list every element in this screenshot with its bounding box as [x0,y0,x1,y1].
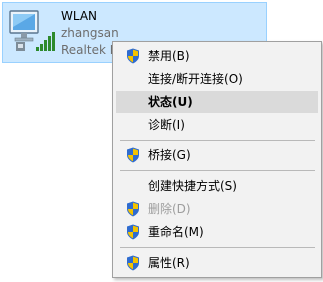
wireless-network-adapter-icon [9,10,55,51]
menu-item-label: 诊断(I) [148,118,185,132]
menu-item-label: 创建快捷方式(S) [148,179,237,193]
uac-shield-icon [127,255,139,271]
menu-separator [120,170,315,171]
menu-item-connect-disconnect[interactable]: 连接/断开连接(O) [116,68,318,90]
adapter-user: zhangsan [61,26,119,40]
menu-item-label: 删除(D) [148,202,191,216]
menu-item-disable[interactable]: 禁用(B) [116,45,318,67]
menu-separator [120,140,315,141]
uac-shield-icon [127,147,139,163]
adapter-device: Realtek R [61,43,119,57]
menu-item-label: 属性(R) [148,256,190,270]
uac-shield-icon [127,224,139,240]
context-menu: 禁用(B) 连接/断开连接(O) 状态(U) 诊断(I) 桥接(G) 创建快捷方… [112,41,322,278]
menu-item-status[interactable]: 状态(U) [116,91,318,113]
menu-separator [120,247,315,248]
menu-item-label: 状态(U) [148,95,193,109]
menu-item-label: 桥接(G) [148,148,191,162]
menu-item-label: 禁用(B) [148,49,190,63]
menu-item-diagnose[interactable]: 诊断(I) [116,114,318,136]
adapter-text: WLAN zhangsan Realtek R [61,8,119,59]
adapter-name: WLAN [61,9,98,23]
menu-item-label: 重命名(M) [148,225,204,239]
menu-item-properties[interactable]: 属性(R) [116,252,318,274]
menu-item-create-shortcut[interactable]: 创建快捷方式(S) [116,175,318,197]
menu-item-bridge[interactable]: 桥接(G) [116,144,318,166]
uac-shield-icon [127,201,139,217]
menu-item-delete[interactable]: 删除(D) [116,198,318,220]
uac-shield-icon [127,48,139,64]
menu-item-label: 连接/断开连接(O) [148,72,243,86]
menu-item-rename[interactable]: 重命名(M) [116,221,318,243]
